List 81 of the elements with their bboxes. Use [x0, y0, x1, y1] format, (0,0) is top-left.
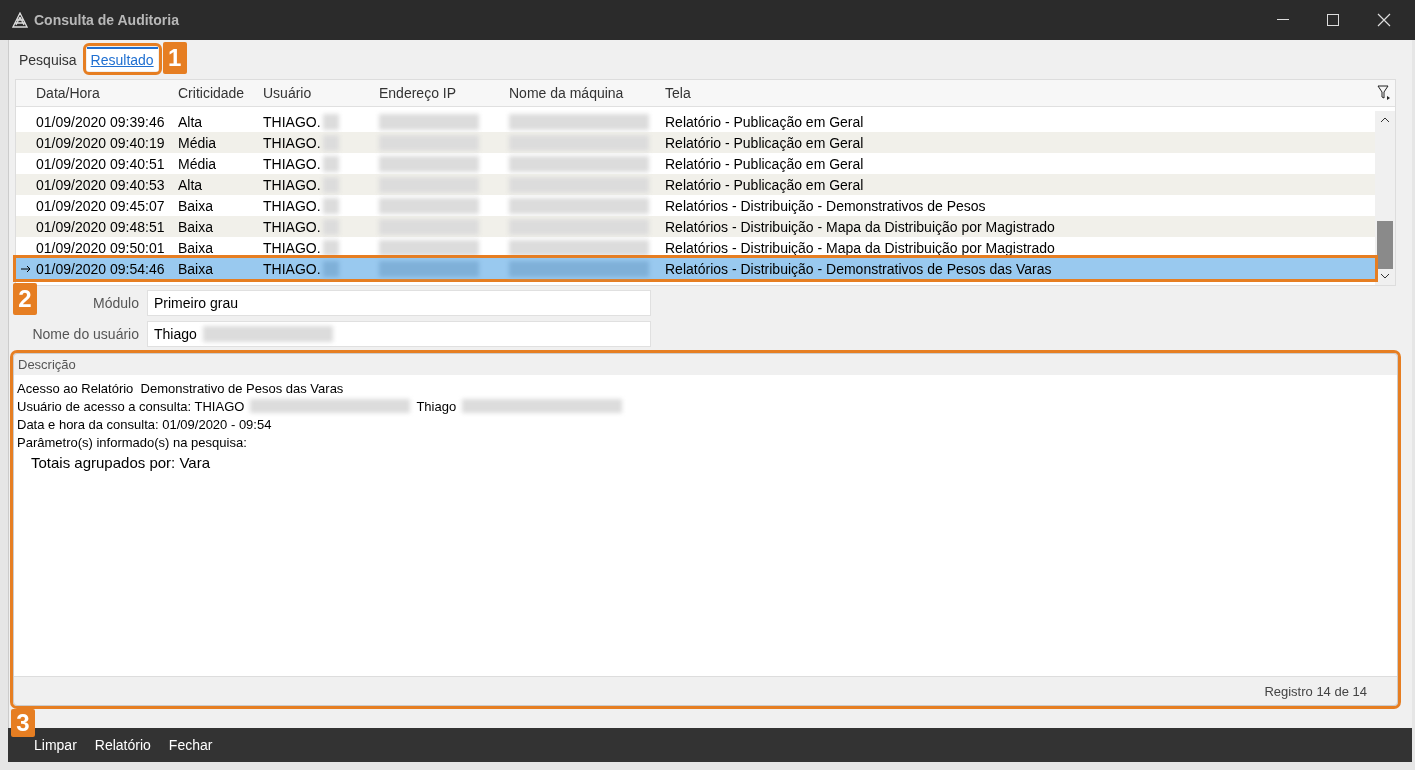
scroll-up-icon[interactable] — [1380, 117, 1390, 123]
redacted-block — [322, 113, 339, 130]
column-header[interactable]: Usuário — [263, 85, 379, 101]
table-cell: THIAGO. — [263, 197, 321, 214]
table-cell-text: 01/09/2020 09:40:51 — [36, 155, 166, 172]
table-cell-text: 01/09/2020 09:39:46 — [36, 113, 166, 130]
description-text: Acesso ao Relatório Demonstrativo de Pesos das Varas — [17, 380, 344, 396]
table-cell-text: 01/09/2020 09:54:46 — [36, 260, 166, 277]
scrollbar-thumb[interactable] — [1377, 221, 1393, 269]
table-cell-text: Relatórios - Distribuição - Demonstrativos de Pesos das Varas — [665, 260, 1053, 277]
table-cell: THIAGO. — [263, 134, 321, 151]
table-row[interactable]: 01/09/2020 09:40:53 Alta THIAGO. Relatório - Publicação em Geral — [16, 174, 1375, 195]
table-cell-text: Baixa — [178, 197, 215, 214]
input-field[interactable]: Primeiro grau — [147, 290, 651, 316]
table-cell: THIAGO. — [263, 218, 321, 235]
table-row[interactable]: 01/09/2020 09:40:19 Média THIAGO. Relatório - Publicação em Geral — [16, 132, 1375, 153]
table-row[interactable]: 01/09/2020 09:50:01 Baixa THIAGO. Relatórios - Distribuição - Mapa da Distribuição por Magistrado — [16, 237, 1375, 258]
table-cell: THIAGO. — [263, 155, 321, 172]
scrollbar[interactable] — [1375, 111, 1395, 285]
table-cell-text: Relatório - Publicação em Geral — [665, 176, 865, 193]
table-cell: THIAGO. — [263, 260, 321, 277]
table-cell-text: Média — [178, 134, 218, 151]
input-field[interactable]: Thiago — [147, 321, 651, 347]
callout-number: 2 — [13, 283, 37, 315]
tab[interactable]: Pesquisa — [15, 49, 81, 71]
description-text: Parâmetro(s) informado(s) na pesquisa: — [17, 434, 247, 450]
column-header[interactable]: Criticidade — [178, 85, 263, 101]
description-text: Data e hora da consulta: 01/09/2020 - 09:54 — [17, 416, 272, 432]
table-row[interactable]: 01/09/2020 09:45:07 Baixa THIAGO. Relatórios - Distribuição - Demonstrativos de Pesos — [16, 195, 1375, 216]
field-label: Nome do usuário — [32, 326, 139, 342]
table-cell: THIAGO. — [263, 176, 321, 193]
scroll-down-icon[interactable] — [1380, 273, 1390, 279]
description-text: Usuário de acesso a consulta: THIAGO — [17, 398, 245, 414]
table-cell: THIAGO. — [263, 239, 321, 256]
close-icon[interactable] — [1377, 13, 1391, 27]
column-header[interactable]: Nome da máquina — [509, 85, 665, 101]
redacted-block — [322, 260, 339, 277]
table-cell-text: 01/09/2020 09:48:51 — [36, 218, 166, 235]
table-cell-text: Relatórios - Distribuição - Mapa da Distribuição por Magistrado — [665, 218, 1056, 235]
redacted-block — [322, 155, 339, 172]
table-cell-text: Relatório - Publicação em Geral — [665, 113, 865, 130]
minimize-icon[interactable] — [1277, 19, 1289, 21]
table-cell-text: Relatório - Publicação em Geral — [665, 155, 865, 172]
table-cell-text: Relatórios - Distribuição - Demonstrativos de Pesos — [665, 197, 987, 214]
table-row[interactable]: 01/09/2020 09:39:46 Alta THIAGO. Relatório - Publicação em Geral — [16, 111, 1375, 132]
table-cell-text: 01/09/2020 09:45:07 — [36, 197, 166, 214]
table-cell: THIAGO. — [263, 113, 321, 130]
column-header[interactable]: Endereço IP — [379, 85, 509, 101]
redacted-block — [322, 239, 339, 256]
pyramid-logo-icon — [12, 12, 28, 28]
window-title: Consulta de Auditoria — [34, 12, 179, 28]
table-cell-text: Média — [178, 155, 218, 172]
column-header[interactable]: Tela — [665, 85, 1355, 101]
table-cell-text: Baixa — [178, 218, 215, 235]
panel-title: Descrição — [17, 356, 77, 374]
table-cell-text: Baixa — [178, 260, 215, 277]
column-header[interactable]: Data/Hora — [36, 85, 178, 101]
table-cell-text: 01/09/2020 09:40:19 — [36, 134, 166, 151]
table-cell-text: 01/09/2020 09:40:53 — [36, 176, 166, 193]
toolbar-button[interactable]: Fechar — [164, 735, 217, 755]
callout-number: 3 — [11, 709, 35, 737]
tab[interactable]: Resultado — [86, 47, 158, 71]
redacted-block — [322, 197, 339, 214]
table-cell-text: 01/09/2020 09:50:01 — [36, 239, 166, 256]
toolbar-button[interactable]: Limpar — [30, 735, 81, 755]
description-text: Thiago — [416, 398, 457, 414]
maximize-icon[interactable] — [1327, 14, 1339, 26]
field-label: Módulo — [93, 295, 139, 311]
callout-number: 1 — [162, 42, 187, 74]
table-row[interactable]: 01/09/2020 09:48:51 Baixa THIAGO. Relatórios - Distribuição - Mapa da Distribuição por Magistrado — [16, 216, 1375, 237]
table-cell-text: Relatórios - Distribuição - Mapa da Distribuição por Magistrado — [665, 239, 1056, 256]
table-cell-text: Alta — [178, 113, 204, 130]
current-row-arrow-icon — [21, 264, 31, 273]
filter-icon[interactable] — [1377, 85, 1391, 101]
table-row[interactable]: 01/09/2020 09:40:51 Média THIAGO. Relatório - Publicação em Geral — [16, 153, 1375, 174]
description-text: Totais agrupados por: Vara — [31, 453, 210, 471]
record-counter: Registro 14 de 14 — [1264, 683, 1367, 699]
table-cell-text: Relatório - Publicação em Geral — [665, 134, 865, 151]
toolbar-button[interactable]: Relatório — [90, 735, 155, 755]
table-cell-text: Baixa — [178, 239, 215, 256]
table-cell-text: Alta — [178, 176, 204, 193]
